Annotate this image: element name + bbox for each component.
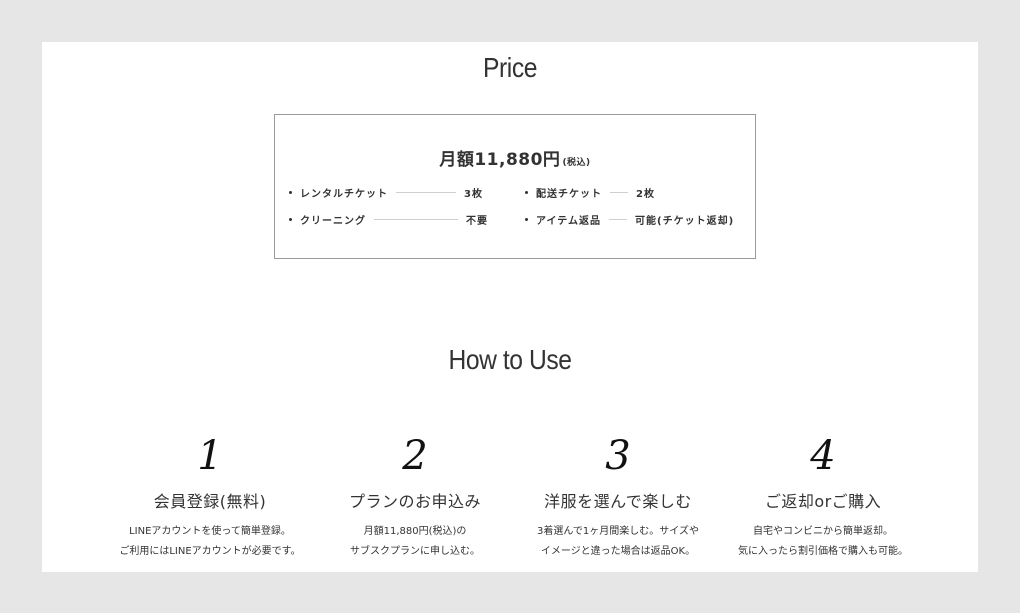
feature-label: アイテム返品 xyxy=(536,216,601,227)
feature-value: 可能(チケット返却) xyxy=(635,216,735,227)
step-number: 1 xyxy=(197,433,223,479)
step-3: 3 洋服を選んで楽しむ 3着選んで1ヶ月間楽しむ。サイズや イメージと違った場合… xyxy=(501,434,735,562)
feature-rental-tickets: レンタルチケット 3枚 xyxy=(289,185,483,200)
step-description-line: サブスクプランに申し込む。 xyxy=(350,546,480,557)
feature-label: レンタルチケット xyxy=(300,189,388,200)
step-title: プランのお申込み xyxy=(348,492,481,511)
feature-label: 配送チケット xyxy=(536,189,602,200)
step-description: 3着選んで1ヶ月間楽しむ。サイズや イメージと違った場合は返品OK。 xyxy=(501,522,735,562)
feature-item-return: アイテム返品 可能(チケット返却) xyxy=(525,212,734,227)
feature-divider xyxy=(609,219,627,220)
step-description: LINEアカウントを使って簡単登録。 ご利用にはLINEアカウントが必要です。 xyxy=(93,522,327,562)
bullet-icon xyxy=(289,191,292,194)
step-1: 1 会員登録(無料) LINEアカウントを使って簡単登録。 ご利用にはLINEア… xyxy=(93,434,327,562)
price-box: 月額11,880円 (税込) レンタルチケット 3枚 配送チケット 2枚 クリーニ… xyxy=(274,114,756,259)
page-content: Price 月額11,880円 (税込) レンタルチケット 3枚 配送チケット 2… xyxy=(42,42,978,572)
step-title: 洋服を選んで楽しむ xyxy=(544,492,692,511)
step-description-line: 自宅やコンビニから簡単返却。 xyxy=(753,526,893,537)
bullet-icon xyxy=(289,218,292,221)
step-description: 月額11,880円(税込)の サブスクプランに申し込む。 xyxy=(298,522,532,562)
feature-value: 2枚 xyxy=(636,189,655,200)
step-description-line: 3着選んで1ヶ月間楽しむ。サイズや xyxy=(537,526,699,537)
step-4: 4 ご返却orご購入 自宅やコンビニから簡単返却。 気に入ったら割引価格で購入も… xyxy=(706,434,940,562)
feature-divider xyxy=(610,192,628,193)
feature-divider xyxy=(374,219,458,220)
bullet-icon xyxy=(525,218,528,221)
feature-shipping-tickets: 配送チケット 2枚 xyxy=(525,185,655,200)
step-number: 2 xyxy=(402,433,428,479)
feature-value: 不要 xyxy=(466,216,488,227)
price-tax-note: (税込) xyxy=(562,158,591,168)
step-title: ご返却orご購入 xyxy=(764,492,882,511)
feature-cleaning: クリーニング 不要 xyxy=(289,212,488,227)
step-title: 会員登録(無料) xyxy=(153,492,267,511)
price-section-title: Price xyxy=(483,52,537,83)
step-description-line: LINEアカウントを使って簡単登録。 xyxy=(129,526,291,537)
step-number: 4 xyxy=(810,433,836,479)
feature-label: クリーニング xyxy=(300,216,366,227)
feature-value: 3枚 xyxy=(464,189,483,200)
step-description-line: 月額11,880円(税込)の xyxy=(363,526,467,537)
price-amount-row: 月額11,880円 (税込) xyxy=(275,145,755,170)
step-description-line: イメージと違った場合は返品OK。 xyxy=(540,546,696,557)
step-2: 2 プランのお申込み 月額11,880円(税込)の サブスクプランに申し込む。 xyxy=(298,434,532,562)
step-description-line: 気に入ったら割引価格で購入も可能。 xyxy=(738,546,908,557)
how-to-use-section-title: How to Use xyxy=(448,344,572,375)
step-description: 自宅やコンビニから簡単返却。 気に入ったら割引価格で購入も可能。 xyxy=(706,522,940,562)
step-description-line: ご利用にはLINEアカウントが必要です。 xyxy=(119,546,301,557)
feature-divider xyxy=(396,192,456,193)
bullet-icon xyxy=(525,191,528,194)
price-amount: 月額11,880円 xyxy=(439,150,561,170)
step-number: 3 xyxy=(605,433,631,479)
